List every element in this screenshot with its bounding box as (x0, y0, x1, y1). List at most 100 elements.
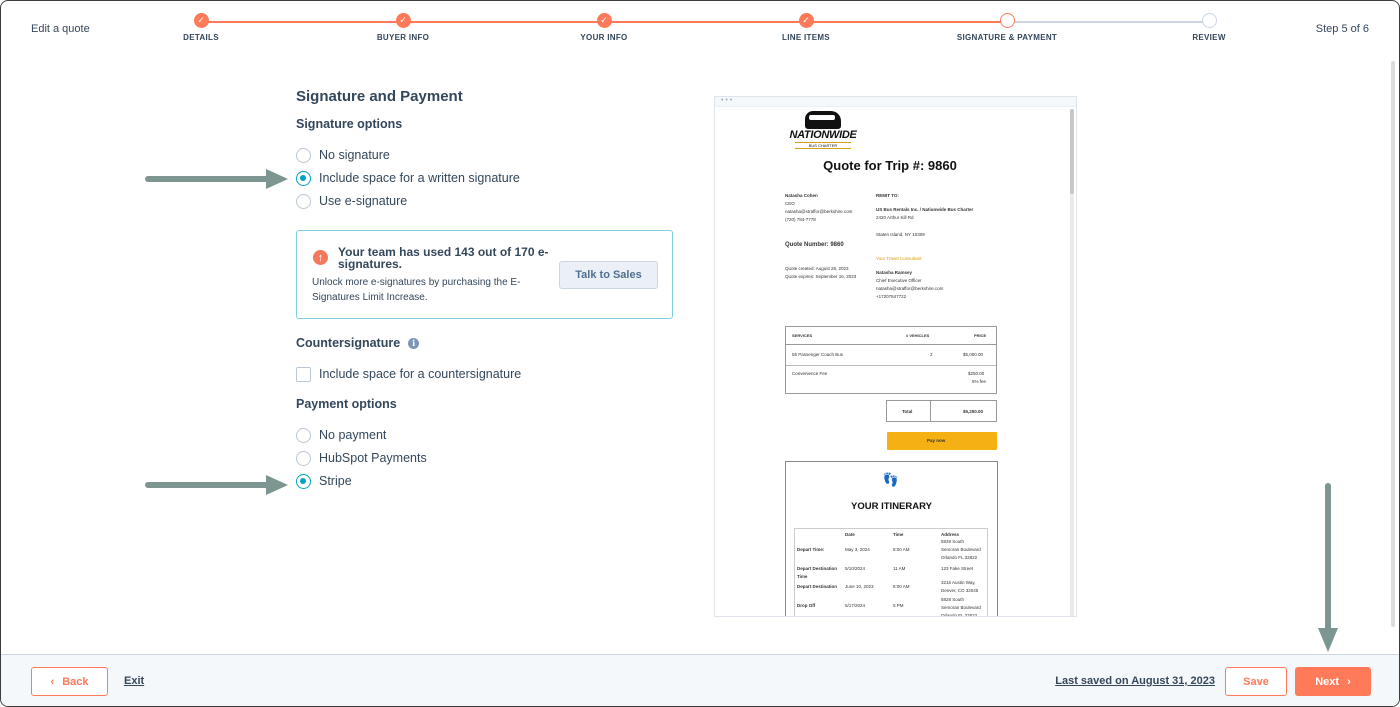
alert-title: Your team has used 143 out of 170 e-sign… (338, 245, 549, 271)
table-cell: 55 Passenger Coach Bus (792, 352, 844, 357)
table-cell: May 3, 2024 (845, 547, 870, 552)
page-scrollbar[interactable] (1391, 61, 1395, 627)
checkbox-countersignature[interactable]: Include space for a countersignature (296, 366, 521, 382)
radio-button[interactable] (296, 427, 311, 443)
step-counter: Step 5 of 6 (1315, 23, 1369, 35)
last-saved-link[interactable]: Last saved on August 31, 2023 (1055, 675, 1215, 687)
table-cell: 5/17/2024 (845, 603, 866, 608)
next-button[interactable]: Next › (1295, 667, 1371, 696)
table-cell: 5828 South Semoran Boulevard Orlando FL … (941, 597, 981, 617)
table-cell: 5 PM (893, 603, 904, 608)
table-cell: 123 Fake Street (941, 566, 974, 571)
pending-step-dot (1201, 13, 1217, 28)
back-button[interactable]: ‹ Back (31, 667, 108, 696)
consultant-role: Chief Executive Officer (876, 278, 922, 283)
step-line-items[interactable]: ✓ LINE ITEMS (746, 13, 866, 42)
remit-city: Staten Island, NY 10309 (876, 232, 925, 237)
buyer-phone: (720) 784-7778 (785, 217, 816, 222)
step-label: DETAILS (183, 33, 219, 42)
annotation-arrow-right-icon (145, 169, 288, 189)
buyer-name: Natasha Cohen (785, 193, 818, 198)
table-cell: 5828 South Semoran Boulevard Orlando FL … (941, 539, 981, 560)
step-label: BUYER INFO (376, 33, 430, 42)
bus-icon (805, 111, 841, 129)
footprints-icon: 👣 (882, 472, 900, 487)
table-cell: Depart Destination (797, 584, 838, 589)
radio-no-signature[interactable]: No signature (296, 147, 390, 163)
radio-button[interactable] (296, 193, 311, 209)
quote-expires: Quote expires: September 16, 2023 (785, 274, 857, 279)
radio-button-selected[interactable] (296, 170, 311, 186)
chevron-left-icon: ‹ (50, 675, 55, 688)
radio-button[interactable] (296, 450, 311, 466)
table-divider (786, 365, 996, 366)
table-cell: 11 AM (893, 566, 906, 571)
consultant-phone: +17207847722 (876, 294, 907, 299)
check-icon: ✓ (193, 13, 209, 28)
step-label: REVIEW (1192, 33, 1226, 42)
table-cell: Drop Off (797, 603, 816, 608)
e-signature-limit-alert: ↑ Your team has used 143 out of 170 e-si… (296, 230, 673, 319)
scrollbar-thumb[interactable] (1070, 109, 1074, 194)
preview-scrollbar[interactable] (1070, 109, 1074, 616)
step-label: YOUR INFO (580, 33, 628, 42)
buyer-email: natasha@straffor@berkshire.com (785, 209, 853, 214)
consultant-email: natasha@straffor@berkshire.com (876, 286, 944, 291)
step-your-info[interactable]: ✓ YOUR INFO (544, 13, 664, 42)
alert-body: Unlock more e-signatures by purchasing t… (312, 277, 521, 303)
radio-no-payment[interactable]: No payment (296, 427, 386, 443)
radio-stripe[interactable]: Stripe (296, 473, 352, 489)
radio-button-selected[interactable] (296, 473, 311, 489)
step-review[interactable]: REVIEW (1149, 13, 1269, 42)
column-header: Date (845, 532, 855, 537)
countersignature-heading: Countersignature i (296, 336, 420, 350)
company-logo: NATIONWIDE BUS CHARTER (785, 111, 861, 151)
consultant-name: Natasha Ramsey (876, 270, 913, 275)
total-divider (930, 401, 931, 421)
radio-hubspot-payments[interactable]: HubSpot Payments (296, 450, 427, 466)
itinerary-section: 👣 YOUR ITINERARY Date Time Address Depar… (785, 461, 998, 617)
remit-company: US Bus Rentals Inc. / Nationwide Bus Cha… (876, 207, 974, 212)
info-icon[interactable]: i (408, 337, 420, 349)
check-icon: ✓ (596, 13, 612, 28)
step-details[interactable]: ✓ DETAILS (141, 13, 261, 42)
option-label: HubSpot Payments (319, 451, 427, 465)
table-cell: June 10, 2023 (845, 584, 874, 589)
pay-now-button[interactable]: Pay now (887, 432, 997, 450)
radio-button[interactable] (296, 147, 311, 163)
logo-subtext: BUS CHARTER (795, 142, 851, 149)
exit-link[interactable]: Exit (124, 675, 144, 687)
quote-preview[interactable]: • • • NATIONWIDE BUS CHARTER Quote for T… (714, 96, 1077, 617)
option-label: No payment (319, 428, 387, 442)
table-header (786, 327, 996, 345)
option-label: No signature (319, 148, 390, 162)
total-box: Total $5,250.00 (886, 400, 997, 422)
option-label: Use e-signature (319, 194, 408, 208)
checkbox[interactable] (296, 366, 311, 382)
quote-editor-window: Edit a quote ✓ DETAILS ✓ BUYER INFO ✓ YO… (0, 0, 1400, 707)
table-cell: 8:00 AM (893, 584, 910, 589)
talk-to-sales-button[interactable]: Talk to Sales (559, 261, 658, 289)
table-cell: 2 (930, 352, 933, 357)
save-button[interactable]: Save (1225, 667, 1287, 696)
quote-title: Quote for Trip #: 9860 (823, 158, 957, 173)
back-label: Back (62, 675, 89, 688)
section-title: Signature and Payment (296, 88, 463, 105)
arrow-up-icon: ↑ (313, 250, 328, 265)
total-label: Total (902, 409, 913, 414)
check-icon: ✓ (395, 13, 411, 28)
step-label: LINE ITEMS (782, 33, 830, 42)
footer: ‹ Back Exit Last saved on August 31, 202… (1, 654, 1399, 706)
pay-now-label: Pay now (927, 438, 946, 443)
option-label: Include space for a countersignature (319, 367, 522, 381)
table-cell: 3216 Austin Way, Denver, CO 32045 (941, 580, 979, 593)
step-buyer-info[interactable]: ✓ BUYER INFO (343, 13, 463, 42)
current-step-dot (999, 13, 1015, 28)
radio-written-signature[interactable]: Include space for a written signature (296, 170, 520, 186)
step-signature-payment[interactable]: SIGNATURE & PAYMENT (947, 13, 1067, 42)
annotation-arrow-right-icon (145, 475, 288, 495)
radio-e-signature[interactable]: Use e-signature (296, 193, 407, 209)
buyer-role: CEO (785, 201, 795, 206)
line-items-table: SERVICES # VEHICLES PRICE 55 Passenger C… (785, 326, 997, 394)
consultant-label: Your Travel Consultant: (876, 256, 923, 261)
